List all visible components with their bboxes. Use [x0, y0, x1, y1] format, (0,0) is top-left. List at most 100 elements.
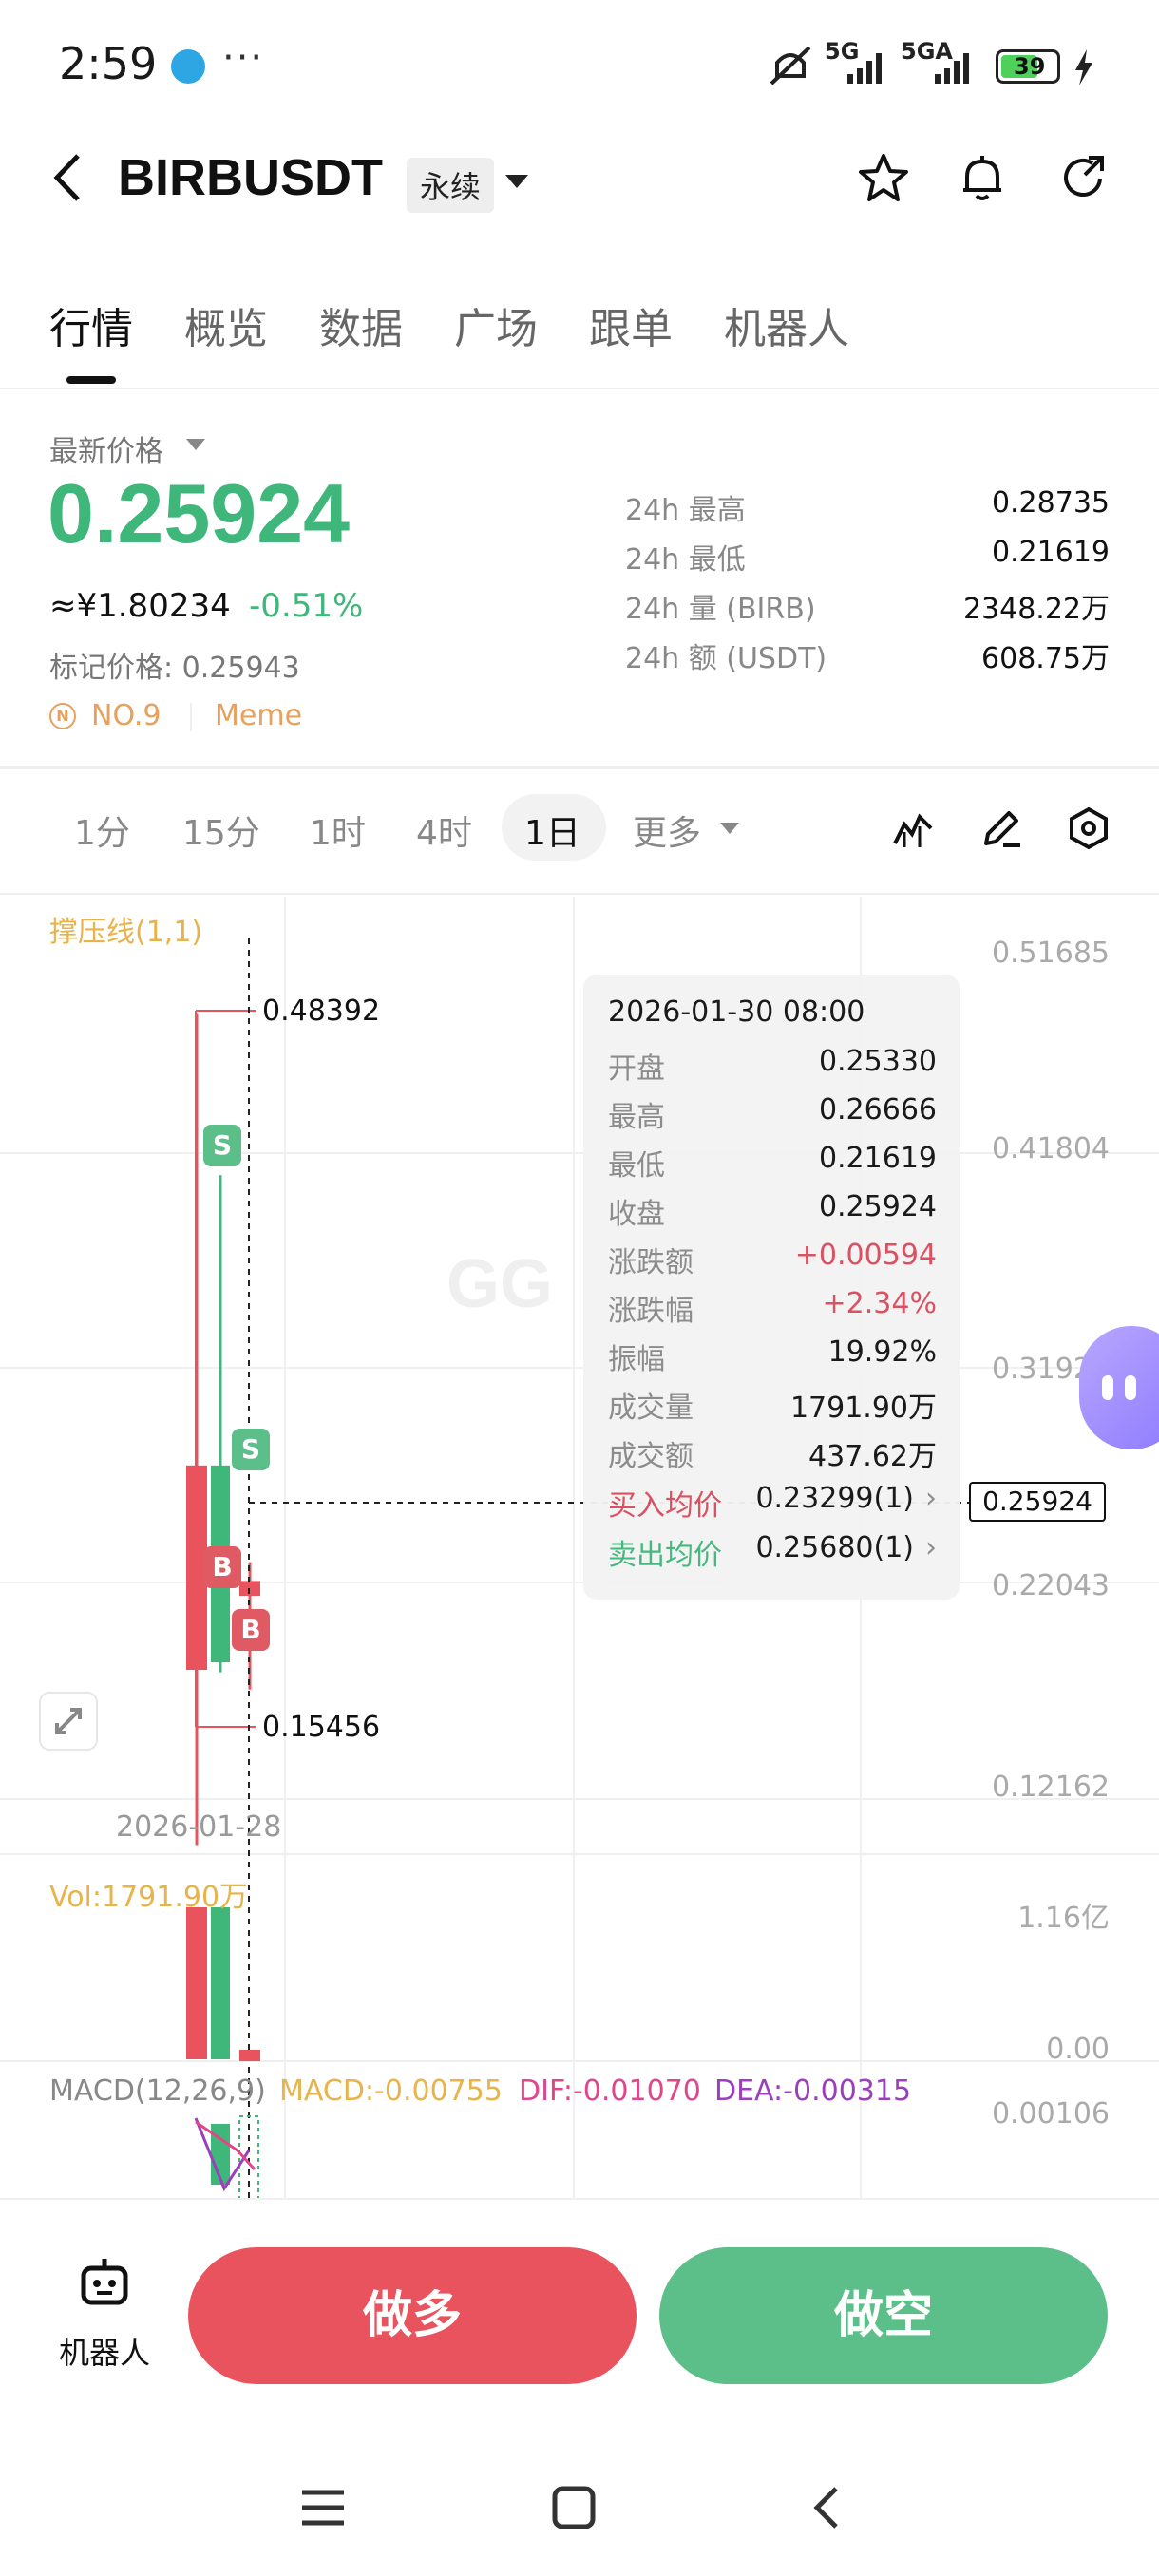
volume-axis-tick: 0.00	[1046, 2033, 1110, 2066]
chart-settings-icon[interactable]	[1066, 805, 1112, 851]
share-icon[interactable]	[1056, 150, 1113, 207]
back-arrow-icon[interactable]	[49, 150, 87, 205]
y-axis-tick: 0.12162	[991, 1771, 1110, 1804]
y-axis-tick: 0.41804	[991, 1132, 1110, 1165]
mark-price: 标记价格: 0.25943	[49, 652, 300, 685]
tooltip-value: 0.25330	[818, 1045, 937, 1078]
battery-level: 39	[1014, 53, 1046, 80]
tab-active-indicator	[66, 376, 116, 384]
charging-icon	[1075, 49, 1092, 85]
divider	[0, 388, 1159, 389]
low-marker-label: 0.15456	[262, 1711, 380, 1744]
divider	[0, 893, 1159, 895]
timeframe-1m[interactable]: 1分	[74, 805, 130, 855]
tooltip-key: 涨跌额	[608, 1246, 694, 1279]
chevron-right-icon[interactable]: ›	[925, 1531, 937, 1564]
tab-square[interactable]: 广场	[454, 294, 538, 355]
timeframe-15m[interactable]: 15分	[182, 805, 260, 855]
tooltip-key: 成交额	[608, 1440, 694, 1473]
buy-marker[interactable]: B	[203, 1546, 241, 1588]
timeframe-1d[interactable]: 1日	[524, 805, 580, 855]
dif-value: DIF:-0.01070	[519, 2074, 701, 2108]
timeframe-4h[interactable]: 4时	[416, 805, 472, 855]
timeframe-more-caret-icon[interactable]	[720, 823, 739, 834]
signal-icon-2	[935, 53, 969, 84]
floating-assistant-button[interactable]	[1079, 1326, 1159, 1449]
divider	[0, 2198, 1159, 2200]
tooltip-value: +0.00594	[794, 1239, 937, 1272]
timeframe-1h[interactable]: 1时	[310, 805, 366, 855]
tooltip-value: +2.34%	[822, 1287, 937, 1320]
status-time: 2:59	[59, 38, 158, 89]
dea-value: DEA:-0.00315	[714, 2074, 912, 2108]
tab-overview[interactable]: 概览	[184, 294, 268, 355]
menu-icon[interactable]	[300, 2487, 346, 2529]
macd-value: MACD:-0.00755	[279, 2074, 503, 2108]
sell-avg-label: 卖出均价	[608, 1539, 722, 1572]
symbol-dropdown-icon[interactable]	[505, 175, 528, 188]
buy-avg-value: 0.23299(1)	[755, 1482, 914, 1515]
open-short-button[interactable]: 做空	[659, 2247, 1108, 2384]
price-type-dropdown-icon[interactable]	[186, 439, 205, 450]
tab-copy-trade[interactable]: 跟单	[589, 294, 673, 355]
indicator-label[interactable]: 撑压线(1,1)	[49, 908, 202, 950]
draw-pen-icon[interactable]	[978, 805, 1024, 851]
divider	[190, 703, 192, 731]
high-marker-label: 0.48392	[262, 994, 380, 1028]
battery-icon: 39	[996, 49, 1060, 84]
tooltip-value: 1791.90万	[789, 1392, 937, 1425]
tab-market[interactable]: 行情	[49, 294, 133, 355]
tooltip-key: 最低	[608, 1149, 665, 1183]
tooltip-key: 涨跌幅	[608, 1295, 694, 1328]
signal-icon	[847, 53, 882, 84]
fullscreen-expand-icon[interactable]	[38, 1691, 99, 1752]
tooltip-key: 收盘	[608, 1198, 665, 1231]
timeframe-more[interactable]: 更多	[633, 805, 701, 855]
main-tabs: 行情 概览 数据 广场 跟单 机器人	[0, 294, 1159, 389]
home-icon[interactable]	[551, 2485, 597, 2530]
tooltip-value: 437.62万	[808, 1440, 937, 1473]
mute-icon	[770, 46, 811, 85]
y-axis-tick: 0.51685	[991, 937, 1110, 970]
buy-marker[interactable]: B	[232, 1609, 270, 1651]
chevron-right-icon[interactable]: ›	[925, 1482, 937, 1515]
tooltip-value: 0.26666	[818, 1093, 937, 1127]
buy-avg-label: 买入均价	[608, 1489, 722, 1523]
tooltip-date: 2026-01-30 08:00	[608, 995, 865, 1029]
stat-value-volume: 2348.22万	[962, 593, 1110, 626]
back-nav-icon[interactable]	[809, 2485, 842, 2530]
sell-marker[interactable]: S	[232, 1429, 270, 1470]
x-axis-date: 2026-01-28	[116, 1810, 282, 1844]
macd-axis-tick: 0.00106	[991, 2097, 1110, 2131]
symbol-title[interactable]: BIRBUSDT	[118, 148, 383, 207]
current-price-tag: 0.25924	[969, 1482, 1106, 1522]
contract-type-badge[interactable]: 永续	[407, 158, 495, 213]
y-axis-tick: 0.22043	[991, 1569, 1110, 1602]
kline-chart[interactable]: GG 0.48392 0.15456	[0, 897, 1159, 2200]
star-favorite-icon[interactable]	[855, 150, 912, 207]
category-tag[interactable]: Meme	[215, 699, 302, 732]
tooltip-key: 成交量	[608, 1392, 694, 1425]
latest-price-label[interactable]: 最新价格	[49, 427, 163, 469]
indicator-icon[interactable]	[891, 805, 937, 851]
open-long-button[interactable]: 做多	[188, 2247, 636, 2384]
status-bar: 2:59 ··· 5G 5GA 39	[0, 0, 1159, 133]
robot-label[interactable]: 机器人	[59, 2329, 150, 2373]
bell-alert-icon[interactable]	[954, 150, 1011, 207]
rank-label[interactable]: NO.9	[91, 699, 161, 732]
stat-value-turnover: 608.75万	[981, 642, 1110, 675]
candle-tooltip: 2026-01-30 08:00 开盘 0.25330 最高 0.26666 最低 0…	[583, 975, 960, 1600]
assistant-eye-icon	[1102, 1375, 1113, 1400]
tab-data[interactable]: 数据	[319, 294, 403, 355]
change-percent: -0.51%	[249, 587, 364, 625]
robot-icon[interactable]	[76, 2255, 133, 2312]
tab-bot[interactable]: 机器人	[724, 294, 849, 355]
tooltip-key: 开盘	[608, 1052, 665, 1086]
volume-label: Vol:1791.90万	[49, 1881, 249, 1914]
macd-label: MACD(12,26,9)	[49, 2074, 266, 2108]
tooltip-value: 19.92%	[827, 1335, 937, 1369]
tooltip-value: 0.25924	[818, 1190, 937, 1223]
sell-marker[interactable]: S	[203, 1125, 241, 1166]
telegram-icon	[171, 49, 205, 84]
volume-axis-tick: 1.16亿	[1017, 1902, 1110, 1935]
